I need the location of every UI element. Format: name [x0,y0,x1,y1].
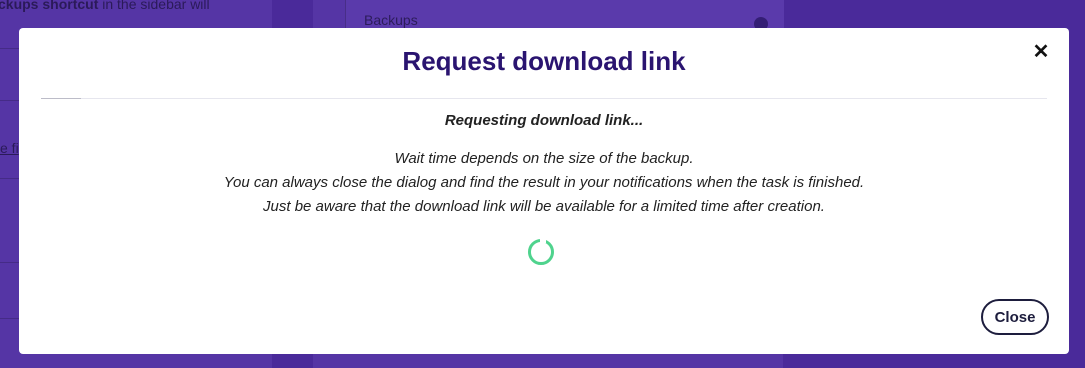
background-link: e fi [0,140,19,156]
info-line-limited-time: Just be aware that the download link wil… [263,198,825,215]
dialog-header-divider [41,98,1047,99]
background-backups-label: Backups [364,12,418,28]
info-line-wait-time: Wait time depends on the size of the bac… [394,150,694,167]
dialog-divider-accent [41,98,81,99]
dialog-title: Request download link [402,46,686,76]
status-text: Requesting download link... [444,112,644,129]
spinner-gap [540,237,546,243]
close-icon[interactable]: ✕ [1031,42,1051,62]
background-help-text: ckups shortcut in the sidebar will [0,0,210,12]
request-download-link-dialog: Request download link ✕ Requesting downl… [19,28,1069,354]
close-button[interactable]: Close [981,299,1049,335]
info-line-close-dialog: You can always close the dialog and find… [223,174,865,191]
